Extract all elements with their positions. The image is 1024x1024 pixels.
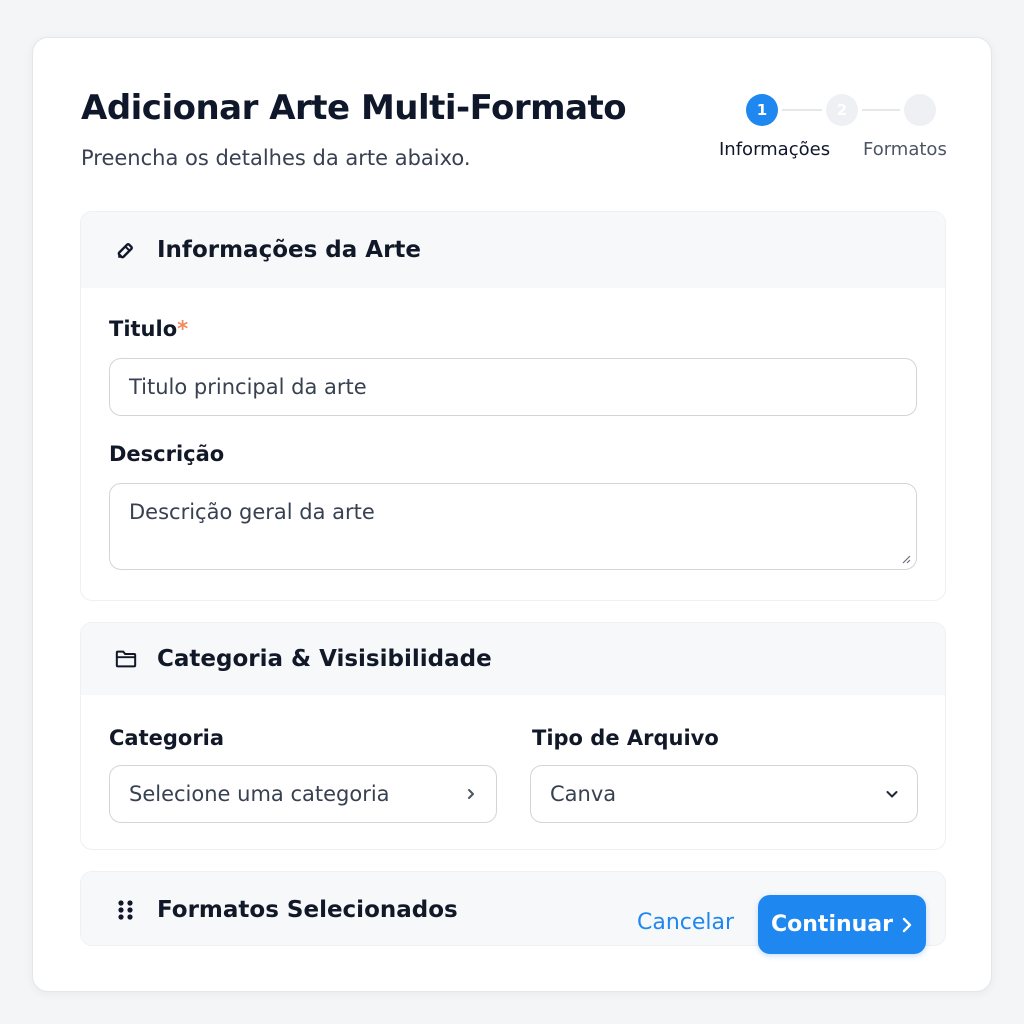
category-select[interactable]: Selecione uma categoria xyxy=(109,765,497,823)
chevron-right-icon xyxy=(902,917,912,932)
step-3-indicator[interactable] xyxy=(904,94,936,126)
category-field-label: Categoria xyxy=(109,726,225,750)
section-title: Informações da Arte xyxy=(157,237,422,263)
grid-dots-icon xyxy=(115,899,137,921)
step-connector xyxy=(862,109,900,111)
file-type-select-value: Canva xyxy=(550,782,617,806)
step-1-indicator[interactable]: 1 xyxy=(746,94,778,126)
page-subtitle: Preencha os detalhes da arte abaixo. xyxy=(81,146,471,170)
folder-icon xyxy=(115,648,137,670)
category-visibility-section: Categoria & Visisibilidade Categoria Sel… xyxy=(80,622,946,850)
step-1-label: Informações xyxy=(719,139,831,160)
section-header: Informações da Arte xyxy=(81,212,945,288)
section-title: Categoria & Visisibilidade xyxy=(157,646,492,672)
title-field-label: Titulo* xyxy=(109,317,188,341)
resize-handle-icon[interactable] xyxy=(901,554,911,564)
step-2-number: 2 xyxy=(836,101,848,119)
continue-label: Continuar xyxy=(771,912,893,937)
file-type-select[interactable]: Canva xyxy=(530,765,918,823)
step-2-indicator[interactable]: 2 xyxy=(826,94,858,126)
section-title: Formatos Selecionados xyxy=(157,896,458,923)
title-input-placeholder: Titulo principal da arte xyxy=(129,375,367,399)
cancel-button[interactable]: Cancelar xyxy=(637,910,734,935)
page-title: Adicionar Arte Multi-Formato xyxy=(81,88,627,128)
required-mark: * xyxy=(177,317,189,341)
chevron-right-icon xyxy=(468,789,474,799)
description-placeholder: Descrição geral da arte xyxy=(129,500,375,524)
file-type-field-label: Tipo de Arquivo xyxy=(532,726,719,750)
category-select-value: Selecione uma categoria xyxy=(129,782,390,806)
title-label-text: Titulo xyxy=(109,317,178,341)
description-textarea[interactable]: Descrição geral da arte xyxy=(109,483,917,570)
step-3-label: Formatos xyxy=(863,139,947,160)
chevron-down-icon xyxy=(886,791,898,798)
section-header: Categoria & Visisibilidade xyxy=(81,623,945,695)
title-input[interactable]: Titulo principal da arte xyxy=(109,358,917,416)
pencil-icon xyxy=(115,239,137,261)
add-art-modal: Adicionar Arte Multi-Formato Preencha os… xyxy=(32,37,992,992)
continue-button[interactable]: Continuar xyxy=(758,895,926,954)
step-1-number: 1 xyxy=(756,101,768,119)
description-field-label: Descrição xyxy=(109,442,225,466)
step-connector xyxy=(782,109,822,111)
art-info-section: Informações da Arte Titulo* Titulo princ… xyxy=(80,211,946,601)
